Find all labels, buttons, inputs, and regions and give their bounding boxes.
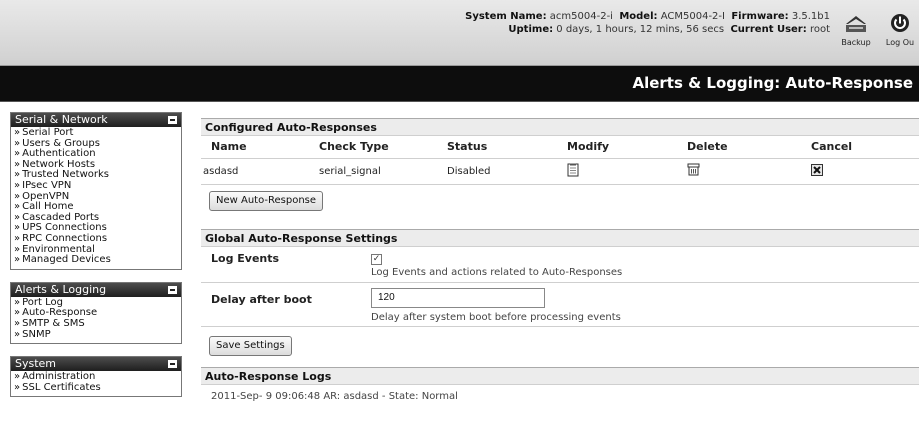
delay-field: Delay after system boot before processin…	[371, 287, 621, 323]
sidebar-item-label: Network Hosts	[22, 158, 96, 170]
sidebar-item-label: Serial Port	[22, 127, 74, 138]
sidebar-item-label: UPS Connections	[22, 222, 107, 234]
sidebar-section-header[interactable]: Alerts & Logging	[11, 282, 181, 297]
delay-input[interactable]	[371, 287, 545, 308]
sidebar-item-label: Auto-Response	[22, 307, 98, 319]
table-header-row: Name Check Type Status Modify Delete Can…	[201, 136, 919, 159]
row-check-type: serial_signal	[319, 158, 447, 185]
uptime-label: Uptime:	[508, 24, 554, 35]
sidebar-section-alerts-logging: Alerts & Logging » Port Log » Auto-Respons…	[10, 281, 182, 345]
backup-icon	[846, 16, 866, 32]
firmware-label: Firmware:	[731, 11, 789, 22]
uptime-value: 0 days, 1 hours, 12 mins, 56 secs	[556, 24, 725, 35]
sidebar-item-label: SMTP & SMS	[22, 317, 85, 329]
sidebar-section-title: Serial & Network	[15, 113, 108, 126]
sidebar-item-label: SSL Certificates	[22, 381, 101, 393]
sidebar-item-label: RPC Connections	[22, 232, 108, 244]
column-header-cancel: Cancel	[811, 136, 919, 159]
current-user-value: root	[809, 24, 830, 35]
sidebar-section-serial-network: Serial & Network » Serial Port » Users & G…	[10, 112, 182, 270]
main-content: Configured Auto-Responses Name Check Typ…	[201, 112, 919, 402]
log-entry: 2011-Sep- 9 09:06:48 AR: asdasd - State:…	[211, 390, 458, 402]
sidebar-item-label: Port Log	[22, 296, 63, 308]
page-title: Alerts & Logging: Auto-Response	[632, 74, 913, 92]
log-events-row: Log Events ✓ Log Events and actions rela…	[201, 247, 919, 283]
sidebar-item-label: Authentication	[22, 148, 96, 160]
power-icon	[891, 14, 909, 32]
global-settings-heading: Global Auto-Response Settings	[201, 228, 919, 247]
sidebar-section-title: System	[15, 357, 57, 371]
collapse-icon[interactable]	[168, 360, 177, 369]
sidebar-item-label: Cascaded Ports	[22, 211, 100, 223]
system-info: System Name: acm5004-2-i Model: ACM5004-…	[440, 10, 830, 36]
row-name: asdasd	[201, 158, 319, 185]
sidebar-item-ssl-certificates[interactable]: » SSL Certificates	[14, 381, 178, 394]
column-header-check-type: Check Type	[319, 136, 447, 159]
system-name-label: System Name:	[465, 11, 547, 22]
cancel-icon[interactable]	[811, 163, 823, 176]
title-bar: Alerts & Logging: Auto-Response	[0, 66, 919, 102]
sidebar-item-snmp[interactable]: » SNMP	[14, 328, 178, 341]
sidebar-item-label: Users & Groups	[22, 137, 100, 149]
sidebar-item-managed-devices[interactable]: » Managed Devices	[14, 254, 178, 266]
new-button-row: New Auto-Response	[201, 185, 919, 227]
sidebar-item-label: Managed Devices	[22, 254, 111, 266]
edit-icon[interactable]	[567, 163, 579, 177]
logout-button[interactable]: Log Ou	[878, 12, 919, 47]
sidebar-item-label: OpenVPN	[22, 190, 70, 202]
new-auto-response-button[interactable]: New Auto-Response	[209, 190, 324, 211]
cancel-cell	[811, 158, 919, 185]
backup-button[interactable]: Backup	[834, 12, 878, 47]
sidebar-section-header[interactable]: System	[11, 357, 181, 372]
save-settings-button[interactable]: Save Settings	[209, 335, 292, 356]
sidebar: Serial & Network » Serial Port » Users & G…	[10, 112, 182, 409]
sidebar-item-label: IPsec VPN	[22, 179, 72, 191]
column-header-status: Status	[447, 136, 567, 159]
save-button-row: Save Settings	[201, 327, 919, 367]
row-status: Disabled	[447, 158, 567, 185]
firmware-value: 3.5.1b1	[791, 11, 830, 22]
sidebar-section-title: Alerts & Logging	[15, 282, 107, 296]
configured-auto-responses-heading: Configured Auto-Responses	[201, 118, 919, 136]
log-events-label: Log Events	[211, 251, 280, 265]
collapse-icon[interactable]	[168, 285, 177, 294]
auto-response-logs-heading: Auto-Response Logs	[201, 366, 919, 385]
delay-row: Delay after boot Delay after system boot…	[201, 283, 919, 327]
auto-responses-table: Name Check Type Status Modify Delete Can…	[201, 136, 919, 185]
log-events-checkbox[interactable]: ✓	[371, 253, 382, 265]
collapse-icon[interactable]	[168, 116, 177, 124]
sidebar-item-label: Administration	[22, 371, 96, 383]
table-row: asdasd serial_signal Disabled	[201, 158, 919, 185]
backup-label: Backup	[841, 38, 871, 47]
delay-label: Delay after boot	[211, 292, 312, 306]
delete-cell	[687, 158, 811, 185]
sidebar-item-label: Call Home	[22, 201, 74, 213]
modify-cell	[567, 158, 687, 185]
log-events-hint: Log Events and actions related to Auto-R…	[371, 266, 623, 278]
model-value: ACM5004-2-I	[660, 11, 725, 22]
logout-label: Log Ou	[885, 38, 915, 47]
current-user-label: Current User:	[730, 24, 807, 35]
system-name-value: acm5004-2-i	[549, 11, 613, 22]
model-label: Model:	[619, 11, 658, 22]
column-header-name: Name	[201, 136, 319, 159]
log-events-field: ✓ Log Events and actions related to Auto…	[371, 251, 622, 278]
trash-icon[interactable]	[687, 163, 700, 176]
sidebar-item-label: Environmental	[22, 243, 95, 255]
column-header-delete: Delete	[687, 136, 811, 159]
sidebar-item-label: SNMP	[22, 328, 51, 340]
sidebar-section-system: System » Administration » SSL Certificates	[10, 356, 182, 398]
sidebar-section-header[interactable]: Serial & Network	[11, 113, 181, 127]
column-header-modify: Modify	[567, 136, 687, 159]
top-header: System Name: acm5004-2-i Model: ACM5004-…	[0, 0, 919, 66]
sidebar-item-label: Trusted Networks	[22, 169, 109, 181]
delay-hint: Delay after system boot before processin…	[371, 311, 621, 323]
